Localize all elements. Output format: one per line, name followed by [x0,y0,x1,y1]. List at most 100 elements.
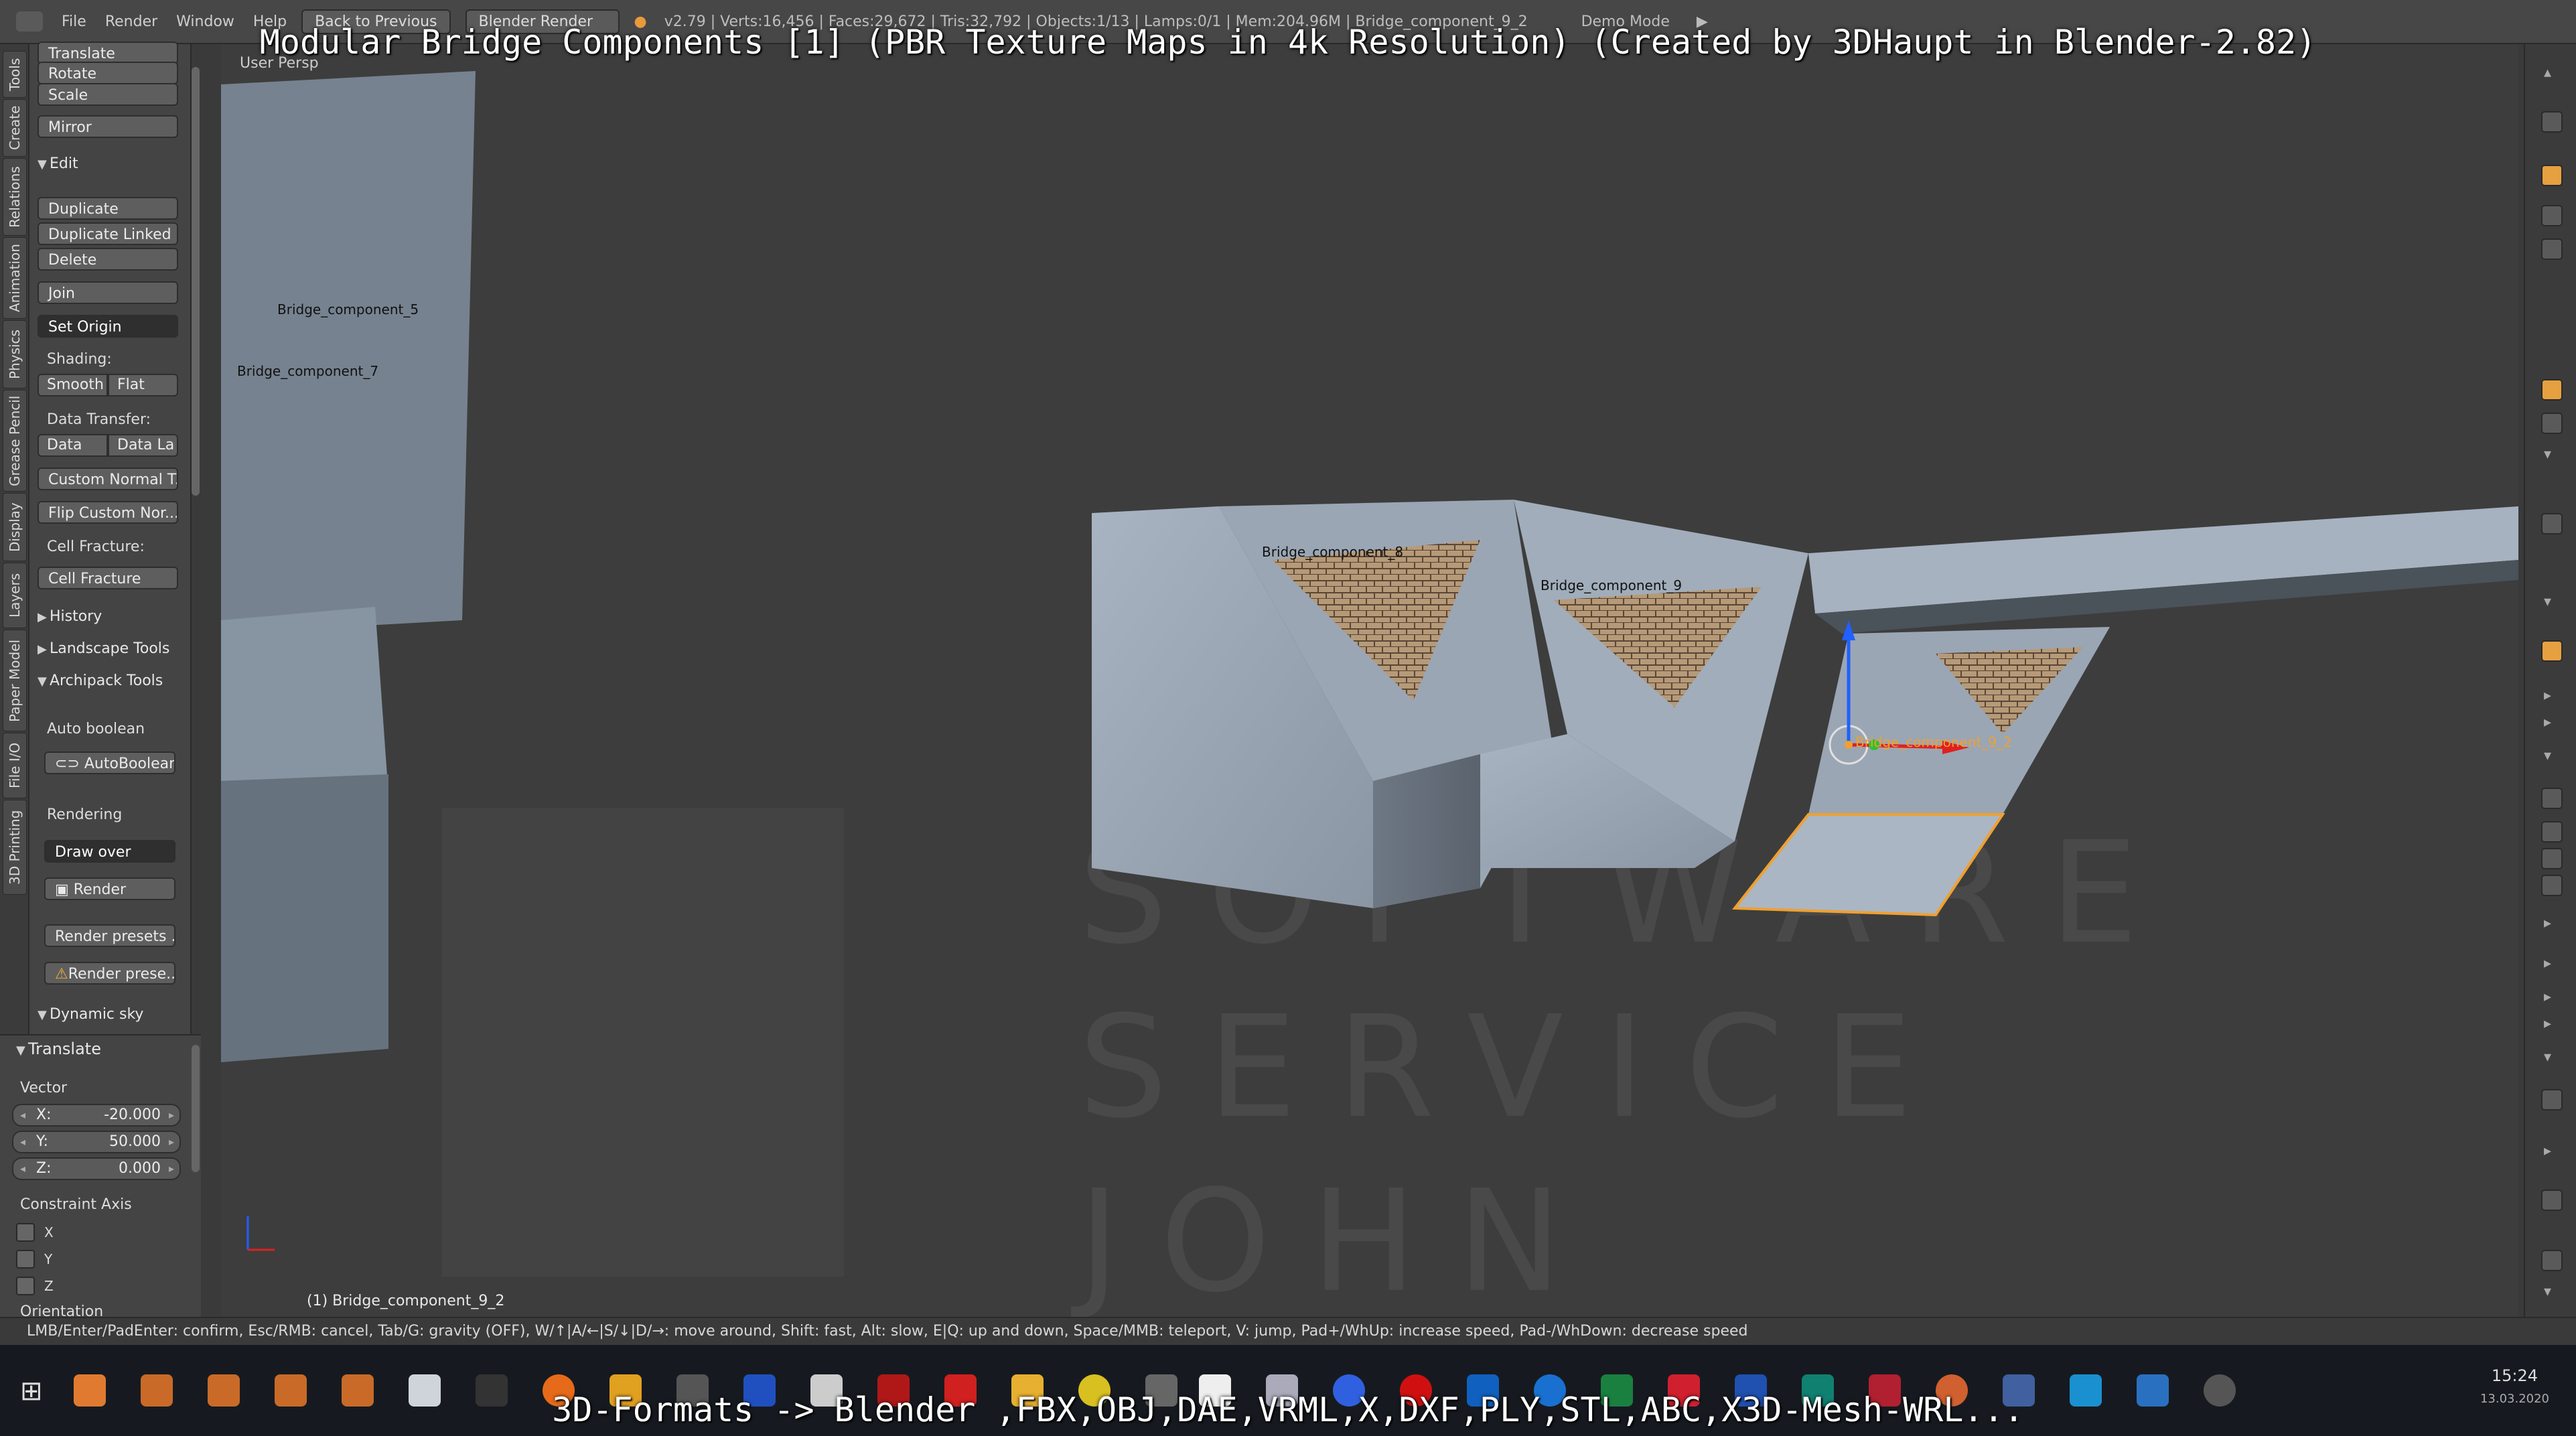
toggle-icon[interactable] [2541,821,2563,843]
decrement-arrow-icon[interactable]: ◂ [20,1105,25,1125]
custom-normal-button[interactable]: Custom Normal T... [38,468,178,490]
chevron-right-icon[interactable]: ▸ [2544,989,2551,1005]
constraint-z-checkbox[interactable] [16,1277,35,1295]
tab-create[interactable]: Create [3,99,27,157]
chevron-right-icon[interactable]: ▸ [2544,714,2551,731]
join-button[interactable]: Join [38,281,178,304]
smooth-button[interactable]: Smooth [38,374,108,397]
object-label-c92[interactable]: Bridge_component_9_2 [1855,734,2012,750]
chevron-up-icon[interactable]: ▴ [2544,64,2551,81]
autoboolean-button[interactable]: ⊂⊃ AutoBoolean [44,751,175,774]
tab-relations[interactable]: Relations [3,158,27,236]
navigate-icon[interactable] [2541,1190,2563,1211]
shelf-scrollbar[interactable] [192,67,200,496]
toggle-icon[interactable] [2541,1089,2563,1110]
chevron-right-icon[interactable]: ▸ [2544,687,2551,704]
set-origin-select[interactable]: Set Origin [38,315,178,338]
landscape-tools-header[interactable]: ▶ Landscape Tools [38,640,169,657]
modifier-icon[interactable] [2541,413,2563,434]
operator-header[interactable]: ▼ Translate [16,1039,101,1058]
delete-button[interactable]: Delete [38,248,178,271]
watermark-logo [442,808,844,1277]
object-origin-icon [1845,741,1853,749]
chevron-down-icon[interactable]: ▾ [2544,593,2551,610]
vector-y-field[interactable]: ◂ Y: 50.000 ▸ [12,1131,181,1153]
texture-icon[interactable] [2541,640,2563,662]
tab-physics[interactable]: Physics [3,320,27,388]
object-label-c7[interactable]: Bridge_component_7 [237,363,378,379]
mirror-button[interactable]: Mirror [38,115,178,138]
chevron-down-icon[interactable]: ▾ [2544,446,2551,463]
flip-custom-normals-button[interactable]: Flip Custom Nor... [38,501,178,524]
toggle-icon[interactable] [2541,788,2563,809]
tab-grease-pencil[interactable]: Grease Pencil [3,390,27,492]
history-panel-header[interactable]: ▶ History [38,608,102,625]
bridge-pillar-base [221,774,388,1062]
increment-arrow-icon[interactable]: ▸ [169,1105,174,1125]
shading-group: Smooth Flat [38,374,178,397]
toggle-icon[interactable] [2541,848,2563,869]
scale-button[interactable]: Scale [38,83,178,106]
constraint-axis-label: Constraint Axis [20,1196,132,1213]
slider-icon[interactable] [2541,111,2563,133]
chevron-down-icon[interactable]: ▾ [2544,1283,2551,1300]
edit-panel-header[interactable]: ▼ Edit [38,155,78,172]
expand-arrow-icon: ▶ [38,610,47,624]
chevron-right-icon[interactable]: ▸ [2544,1015,2551,1032]
increment-arrow-icon[interactable]: ▸ [169,1132,174,1152]
vector-label: Vector [20,1080,68,1096]
chevron-down-icon[interactable]: ▾ [2544,747,2551,764]
increment-arrow-icon[interactable]: ▸ [169,1159,174,1179]
chevron-right-icon[interactable]: ▸ [2544,1143,2551,1159]
chevron-down-icon[interactable]: ▾ [2544,1049,2551,1066]
camera-icon: ▣ [55,881,74,898]
data-button[interactable]: Data [38,434,108,457]
decrement-arrow-icon[interactable]: ◂ [20,1132,25,1152]
operator-scrollbar[interactable] [192,1045,200,1172]
render-presets-button[interactable]: Render presets ... [44,924,175,947]
draw-over-select[interactable]: Draw over [44,840,175,863]
constraint-x-checkbox[interactable] [16,1223,35,1242]
constraint-y-checkbox[interactable] [16,1250,35,1269]
rotate-button[interactable]: Rotate [38,62,178,84]
data-layout-button[interactable]: Data La [108,434,178,457]
render-presets-warning-button[interactable]: ⚠Render prese... [44,962,175,985]
archipack-tools-header[interactable]: ▼ Archipack Tools [38,672,163,689]
lock-icon[interactable] [2541,238,2563,260]
tab-3d-printing[interactable]: 3D Printing [3,800,27,895]
object-label-c5[interactable]: Bridge_component_5 [277,301,419,317]
slider-icon[interactable] [2541,1250,2563,1271]
data-transfer-label: Data Transfer: [47,411,151,428]
visibility-icon[interactable] [2541,205,2563,226]
cell-fracture-button[interactable]: Cell Fracture [38,567,178,589]
tab-display[interactable]: Display [3,493,27,561]
object-icon[interactable] [2541,165,2563,186]
cell-fracture-label: Cell Fracture: [47,538,145,555]
operator-panel: ▼ Translate Vector ◂ X: -20.000 ▸ ◂ Y: 50… [0,1034,201,1320]
chevron-right-icon[interactable]: ▸ [2544,915,2551,932]
duplicate-button[interactable]: Duplicate [38,197,178,220]
watermark-line-3: JOHN [1071,1159,1602,1317]
material-icon[interactable] [2541,513,2563,534]
chevron-right-icon[interactable]: ▸ [2544,955,2551,972]
mesh-icon[interactable] [2541,379,2563,401]
3d-viewport[interactable]: User Persp SOFTWARE SERVICE JOHN Bridge_… [221,44,2518,1317]
tab-layers[interactable]: Layers [3,563,27,628]
tab-animation[interactable]: Animation [3,237,27,319]
duplicate-linked-button[interactable]: Duplicate Linked [38,222,178,245]
active-object-name: (1) Bridge_component_9_2 [307,1293,505,1309]
render-button[interactable]: ▣ Render [44,877,175,900]
object-label-c8[interactable]: Bridge_component_8 [1262,544,1403,560]
dynamic-sky-header[interactable]: ▼ Dynamic sky [38,1006,143,1023]
object-label-c9[interactable]: Bridge_component_9 [1541,577,1682,593]
properties-region-toggle: ▴ ▾ ▾ ▸ ▸ ▾ ▸ ▸ ▸ ▸ ▾ ▸ ▾ [2524,44,2576,1317]
decrement-arrow-icon[interactable]: ◂ [20,1159,25,1179]
flat-button[interactable]: Flat [108,374,178,397]
vector-z-field[interactable]: ◂ Z: 0.000 ▸ [12,1157,181,1180]
vector-x-field[interactable]: ◂ X: -20.000 ▸ [12,1104,181,1127]
tab-paper-model[interactable]: Paper Model [3,630,27,731]
tab-file-io[interactable]: File I/O [3,733,27,798]
constraint-y-label: Y [44,1251,53,1267]
toggle-icon[interactable] [2541,875,2563,896]
clock-time: 15:24 [2491,1366,2538,1385]
